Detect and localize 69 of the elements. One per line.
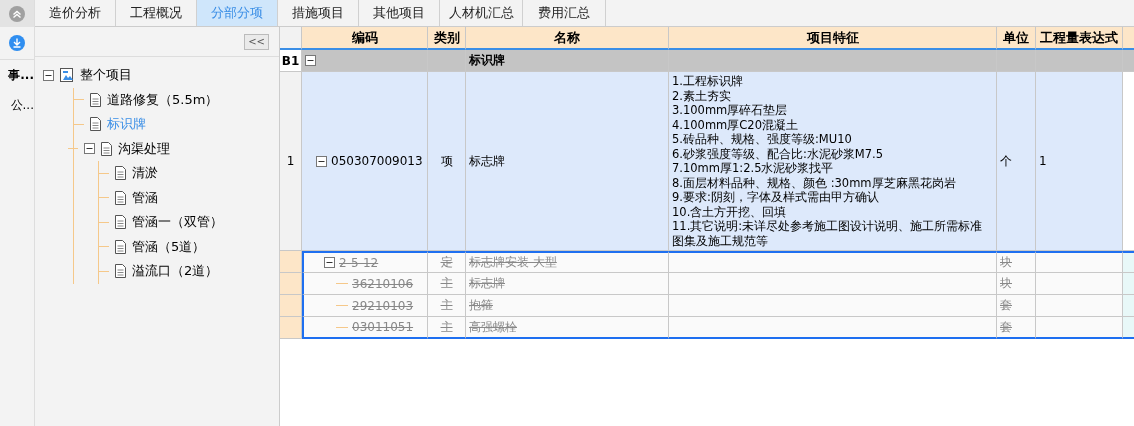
collapse-icon[interactable]	[305, 55, 316, 66]
column-header[interactable]: 工程量表达式	[1036, 27, 1123, 50]
download-icon[interactable]	[9, 35, 25, 51]
table-cell: 主	[428, 295, 466, 317]
tree-item[interactable]: 清淤	[132, 164, 158, 183]
document-icon	[115, 190, 126, 205]
table-cell: 主	[428, 317, 466, 339]
tree-line	[336, 326, 348, 328]
code-text: 03011051	[352, 320, 414, 334]
table-cell: 主	[428, 273, 466, 295]
document-icon	[115, 239, 126, 254]
sidebar-item[interactable]: 公...	[10, 96, 34, 114]
table-cell: 套	[997, 317, 1036, 339]
tree-item[interactable]: 溢流口（2道）	[132, 262, 219, 281]
table-cell: 个	[997, 72, 1036, 251]
document-icon	[90, 92, 101, 107]
tree-item[interactable]: 沟渠处理	[118, 139, 170, 158]
document-icon	[115, 215, 126, 230]
document-icon	[115, 264, 126, 279]
tree-line	[336, 283, 348, 284]
collapse-icon[interactable]	[84, 143, 95, 155]
document-icon	[101, 141, 112, 156]
table-cell: 块	[997, 251, 1036, 273]
table-cell[interactable]: 050307009013	[302, 72, 428, 251]
project-icon	[60, 68, 74, 83]
document-icon	[115, 166, 126, 181]
tree-item[interactable]: 管涵（5道）	[132, 237, 206, 256]
tab[interactable]: 费用汇总	[523, 0, 606, 26]
table-cell: 套	[997, 295, 1036, 317]
table-cell: 标志牌安装 大型	[466, 251, 669, 273]
sidebar-item[interactable]: 事...	[8, 66, 34, 84]
collapse-icon[interactable]	[316, 155, 327, 167]
table-cell: 高强螺栓	[466, 317, 669, 339]
tree-item[interactable]: 管涵一（双管）	[132, 213, 223, 232]
collapse-panel-button[interactable]: <<	[244, 33, 269, 50]
column-header[interactable]: 单位	[997, 27, 1036, 50]
tab[interactable]: 人材机汇总	[440, 0, 523, 26]
table-cell: 块	[997, 273, 1036, 295]
table-cell: 1.工程标识牌 2.素土夯实 3.100mm厚碎石垫层 4.100mm厚C20混凝土 5.砖品种、规格、强度等级:MU10 6.砂浆强度等级、配合比:水泥砂浆M7.5 7.10mm厚1:2.5水泥砂浆找平 8.面层材料品种、规格、颜色 :30mm厚芝麻黑花岗岩 9.要求:阴刻，字体及样式需由甲方确认 10.含土方开挖、回填 11.其它说明:未详尽处参考施工图设计说明、施工所需标准图集及施工规范等	[669, 72, 997, 251]
table-cell	[997, 50, 1036, 72]
code-text: 36210106	[352, 276, 414, 291]
tab[interactable]: 其他项目	[359, 0, 440, 26]
document-icon	[90, 117, 101, 132]
table-cell: 标志牌	[466, 72, 669, 251]
table-cell[interactable]: 36210106	[302, 273, 428, 295]
code-text: 29210103	[352, 298, 414, 313]
tree-line	[336, 305, 348, 306]
table-cell: 项	[428, 72, 466, 251]
column-header[interactable]: 类别	[428, 27, 466, 50]
table-cell: 定	[428, 251, 466, 273]
tree-item[interactable]: 整个项目	[80, 66, 132, 85]
tab[interactable]: 措施项目	[278, 0, 359, 26]
table-cell: 抱箍	[466, 295, 669, 317]
code-text: 2-5-12	[339, 255, 379, 270]
table-cell: 1	[1036, 72, 1123, 251]
table-cell: 标志牌	[466, 273, 669, 295]
code-text: 050307009013	[331, 154, 423, 168]
tree-item[interactable]: 道路修复（5.5m）	[107, 90, 219, 109]
tree-item[interactable]: 管涵	[132, 188, 158, 207]
column-header[interactable]: 编码	[302, 27, 428, 50]
column-header[interactable]: 项目特征	[669, 27, 997, 50]
column-header[interactable]: 名称	[466, 27, 669, 50]
table-cell: 标识牌	[466, 50, 669, 72]
tab[interactable]: 造价分析	[35, 0, 116, 26]
table-cell[interactable]: 29210103	[302, 295, 428, 317]
row-number-cell: B1	[280, 50, 302, 72]
collapse-icon[interactable]	[43, 69, 54, 81]
collapse-icon[interactable]	[324, 257, 335, 268]
row-number-cell: 1	[280, 72, 302, 251]
